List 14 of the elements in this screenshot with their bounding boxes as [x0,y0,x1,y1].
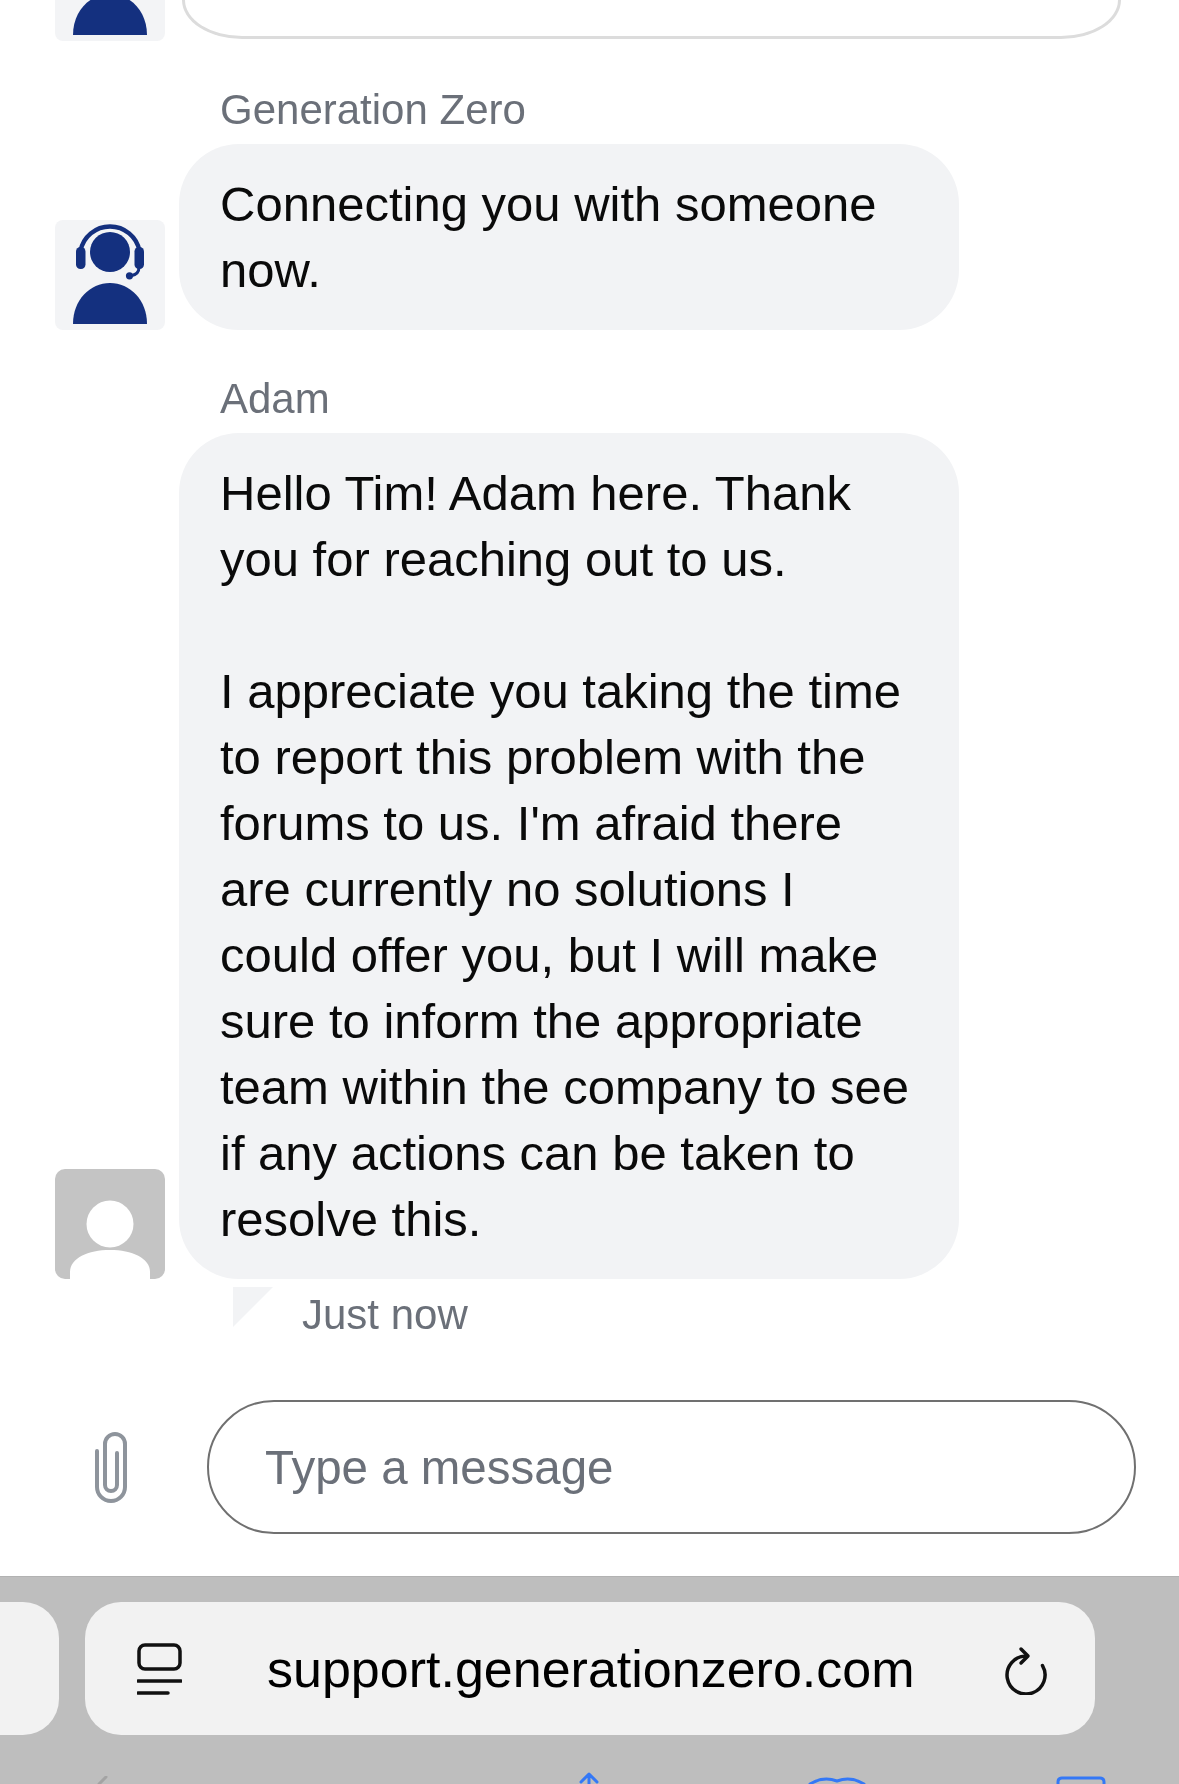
sender-name: Generation Zero [220,85,526,135]
headset-person-icon [55,220,165,330]
message-field[interactable]: Type a message [207,1400,1136,1534]
message-text: Hello Tim! Adam here. Thank you for reaching out to us. [220,465,852,588]
adjacent-tab-card[interactable] [0,1602,59,1735]
tabs-icon[interactable] [1056,1776,1106,1784]
message-text: Connecting you with someone now. [220,176,878,299]
timestamp: Just now [302,1291,468,1339]
message-text: I appreciate you taking the time to report this problem with the forums to us. I'm afraid there are currently no solutions I could offer you, but I will make sure to inform the appropriate team within the company to see if any actions can be taken to resolve this. [220,663,911,1248]
sender-name: Adam [220,374,330,424]
url-text[interactable]: support.generationzero.com [267,1638,915,1699]
person-silhouette-icon [55,1169,165,1279]
page-format-icon[interactable] [137,1642,182,1695]
book-icon[interactable] [808,1776,866,1784]
